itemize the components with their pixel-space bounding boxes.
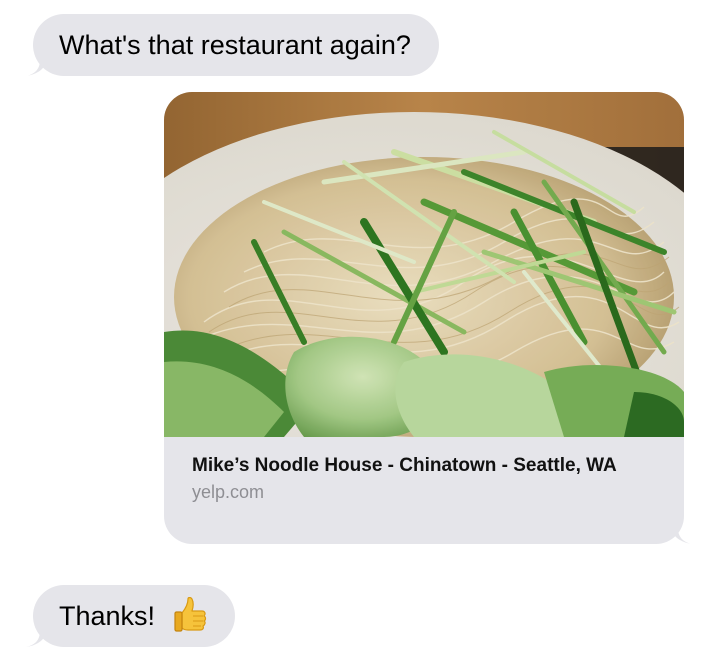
- incoming-message-bubble[interactable]: What's that restaurant again?: [26, 14, 439, 76]
- message-text: What's that restaurant again?: [59, 30, 411, 60]
- link-domain: yelp.com: [192, 482, 265, 502]
- message-text: Thanks!: [59, 601, 156, 631]
- link-preview-card[interactable]: Mike’s Noodle House - Chinatown - Seattl…: [164, 92, 692, 544]
- incoming-message-bubble[interactable]: Thanks!: [26, 585, 235, 647]
- noodle-dish-photo[interactable]: [164, 92, 684, 437]
- link-title: Mike’s Noodle House - Chinatown - Seattl…: [192, 455, 617, 476]
- thumbs-up-icon: [173, 596, 206, 632]
- bubble-tail-icon: [26, 54, 48, 76]
- bubble-tail-icon: [26, 625, 48, 647]
